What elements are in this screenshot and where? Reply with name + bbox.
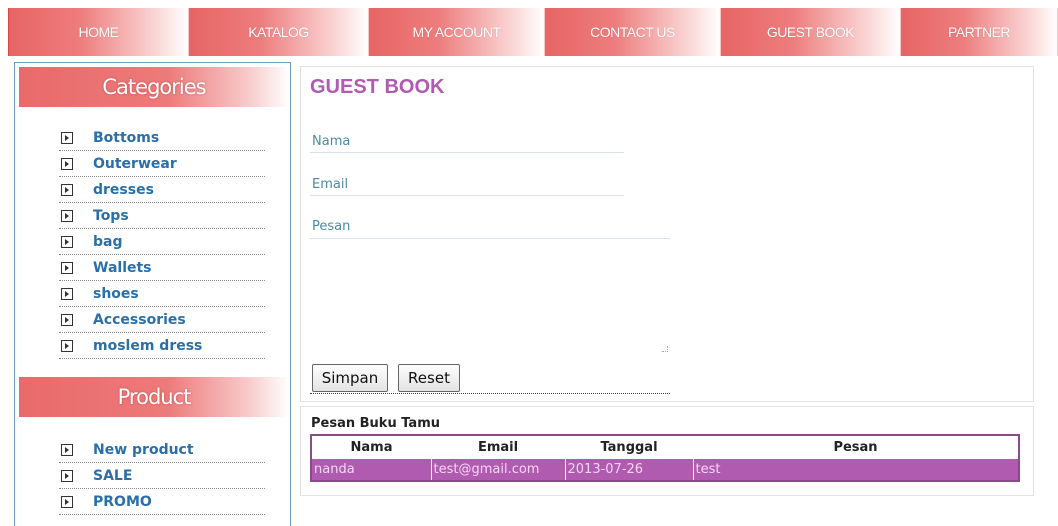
arrow-right-icon <box>61 469 73 482</box>
nav-home[interactable]: HOME <box>9 8 189 56</box>
table-cell: nanda <box>311 459 432 481</box>
categories-heading: Categories <box>19 67 289 107</box>
reset-button[interactable]: Reset <box>398 364 460 392</box>
table-cell: test@gmail.com <box>431 459 566 481</box>
sidebar: Categories Bottoms Outerwear dresses Top… <box>14 62 291 526</box>
product-item-sale[interactable]: SALE <box>59 463 265 489</box>
arrow-right-icon <box>61 209 73 222</box>
categories-title: Categories <box>102 75 206 99</box>
email-field[interactable] <box>310 195 624 196</box>
nav-my-account[interactable]: MY ACCOUNT <box>369 8 545 56</box>
email-label: Email <box>312 177 349 192</box>
nav-guest-book[interactable]: GUEST BOOK <box>721 8 901 56</box>
category-label: bag <box>93 233 123 250</box>
nav-label: MY ACCOUNT <box>412 24 501 40</box>
product-item-promo[interactable]: PROMO <box>59 489 265 515</box>
arrow-right-icon <box>61 287 73 300</box>
category-item-dresses[interactable]: dresses <box>59 177 265 203</box>
top-nav: HOME KATALOG MY ACCOUNT CONTACT US GUEST… <box>8 8 1058 56</box>
category-item-outerwear[interactable]: Outerwear <box>59 151 265 177</box>
form-divider <box>310 393 670 394</box>
column-header: Nama <box>311 435 431 459</box>
nama-field[interactable] <box>310 152 624 153</box>
arrow-right-icon <box>61 313 73 326</box>
category-label: Bottoms <box>93 129 160 146</box>
nav-label: PARTNER <box>947 24 1011 40</box>
guestbook-table: Nama Email Tanggal Pesan nanda test@gmai… <box>310 434 1020 482</box>
page: HOME KATALOG MY ACCOUNT CONTACT US GUEST… <box>0 0 1058 526</box>
pesan-label: Pesan <box>312 219 351 234</box>
arrow-right-icon <box>61 131 73 144</box>
category-label: Outerwear <box>93 155 177 172</box>
nav-label: HOME <box>78 24 120 40</box>
category-label: Wallets <box>93 259 152 276</box>
simpan-button[interactable]: Simpan <box>312 364 388 392</box>
category-item-moslem-dress[interactable]: moslem dress <box>59 333 265 359</box>
nav-label: CONTACT US <box>590 24 675 40</box>
pesan-textarea[interactable] <box>310 240 670 356</box>
column-header: Tanggal <box>565 435 693 459</box>
table-cell: test <box>693 459 1019 481</box>
nav-katalog[interactable]: KATALOG <box>189 8 369 56</box>
product-label: SALE <box>93 467 133 484</box>
arrow-right-icon <box>61 261 73 274</box>
product-label: PROMO <box>93 493 152 510</box>
category-item-bag[interactable]: bag <box>59 229 265 255</box>
arrow-right-icon <box>61 495 73 508</box>
guestbook-title: Pesan Buku Tamu <box>311 416 440 431</box>
arrow-right-icon <box>61 443 73 456</box>
category-item-shoes[interactable]: shoes <box>59 281 265 307</box>
arrow-right-icon <box>61 157 73 170</box>
product-heading: Product <box>19 377 289 417</box>
category-item-bottoms[interactable]: Bottoms <box>59 125 265 151</box>
arrow-right-icon <box>61 183 73 196</box>
column-header: Email <box>431 435 565 459</box>
resize-handle-icon[interactable] <box>662 346 668 352</box>
category-label: Tops <box>93 207 129 224</box>
nav-partner[interactable]: PARTNER <box>901 8 1058 56</box>
arrow-right-icon <box>61 235 73 248</box>
pesan-field-top <box>310 238 670 239</box>
product-label: New product <box>93 441 194 458</box>
product-title: Product <box>117 385 192 409</box>
category-label: moslem dress <box>93 337 203 354</box>
nav-label: KATALOG <box>248 24 309 40</box>
arrow-right-icon <box>61 339 73 352</box>
category-label: dresses <box>93 181 154 198</box>
category-label: Accessories <box>93 311 186 328</box>
category-item-accessories[interactable]: Accessories <box>59 307 265 333</box>
categories-list: Bottoms Outerwear dresses Tops bag Walle… <box>59 125 265 359</box>
category-item-tops[interactable]: Tops <box>59 203 265 229</box>
product-item-new[interactable]: New product <box>59 437 265 463</box>
table-row: nanda test@gmail.com 2013-07-26 test <box>311 459 1019 481</box>
nav-contact-us[interactable]: CONTACT US <box>545 8 721 56</box>
nama-label: Nama <box>312 134 351 149</box>
category-label: shoes <box>93 285 139 302</box>
table-header-row: Nama Email Tanggal Pesan <box>311 435 1019 459</box>
category-item-wallets[interactable]: Wallets <box>59 255 265 281</box>
nav-label: GUEST BOOK <box>766 24 855 40</box>
column-header: Pesan <box>693 435 1019 459</box>
table-cell: 2013-07-26 <box>565 459 694 481</box>
page-title: GUEST BOOK <box>310 76 445 98</box>
product-list: New product SALE PROMO <box>59 437 265 515</box>
